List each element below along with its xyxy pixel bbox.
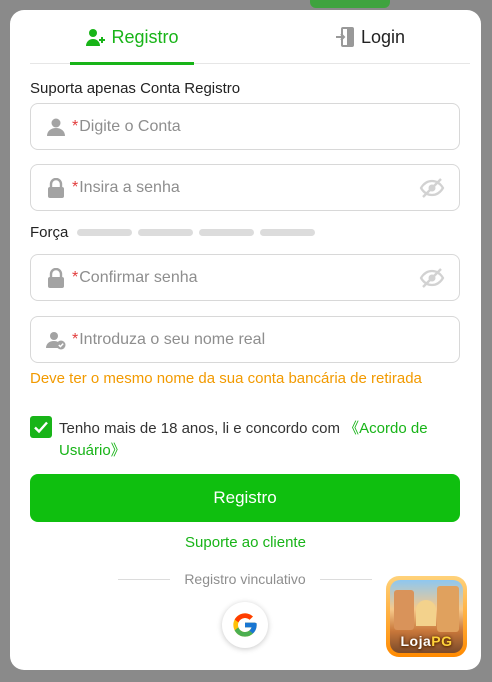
strength-bar (138, 229, 194, 236)
tab-login-label: Login (360, 26, 406, 47)
strength-bar (199, 229, 255, 236)
required-mark: * (72, 178, 79, 196)
loja-pg-promo-badge[interactable]: LojaPG (386, 576, 467, 657)
tab-login[interactable]: Login (310, 10, 430, 64)
agreement-checkbox[interactable] (30, 416, 52, 438)
bind-label: Registro vinculativo (184, 571, 306, 587)
tab-register[interactable]: Registro (70, 10, 194, 65)
eye-slash-icon[interactable] (419, 177, 445, 199)
confirm-password-field[interactable]: * Confirmar senha (30, 254, 460, 301)
promo-label-accent: PG (431, 633, 453, 649)
google-icon (233, 613, 257, 637)
check-icon (34, 421, 48, 434)
user-verified-icon (46, 330, 66, 350)
promo-label: LojaPG (390, 633, 463, 649)
required-mark: * (72, 268, 79, 286)
google-login-button[interactable] (222, 602, 268, 648)
password-strength: Força (30, 224, 316, 241)
password-field[interactable]: * Insira a senha (30, 164, 460, 211)
auth-tabs: Registro Login (30, 10, 470, 65)
strength-label: Força (30, 224, 69, 241)
customer-support-link[interactable]: Suporte ao cliente (10, 534, 481, 551)
user-icon (46, 117, 66, 137)
realname-warning: Deve ter o mesmo nome da sua conta bancá… (30, 370, 422, 387)
tab-register-label: Registro (111, 26, 179, 47)
lock-icon (46, 267, 66, 288)
divider-line (319, 578, 373, 580)
account-field[interactable]: * Digite o Conta (30, 103, 460, 150)
social-register-divider: Registro vinculativo (118, 571, 373, 587)
realname-placeholder: Introduza o seu nome real (79, 330, 266, 348)
divider-line (118, 578, 171, 580)
required-mark: * (72, 117, 79, 135)
eye-slash-icon[interactable] (419, 267, 445, 289)
password-placeholder: Insira a senha (79, 178, 180, 196)
strength-bar (260, 229, 316, 236)
account-hint: Suporta apenas Conta Registro (30, 80, 241, 97)
user-plus-icon (86, 29, 106, 46)
account-placeholder: Digite o Conta (79, 117, 181, 135)
required-mark: * (72, 330, 79, 348)
agreement-statement: Tenho mais de 18 anos, li e concordo com (59, 420, 345, 437)
lock-icon (46, 177, 66, 198)
login-door-icon (335, 27, 354, 47)
real-name-field[interactable]: * Introduza o seu nome real (30, 316, 460, 363)
register-modal: Registro Login Suporta apenas Conta Regi… (10, 10, 481, 670)
agreement-text: Tenho mais de 18 anos, li e concordo com… (59, 418, 454, 462)
promo-artwork: LojaPG (390, 580, 463, 653)
strength-bar (77, 229, 133, 236)
confirm-placeholder: Confirmar senha (79, 268, 198, 286)
register-button[interactable]: Registro (30, 474, 460, 522)
promo-label-main: Loja (400, 633, 432, 649)
background-banner-edge (310, 0, 390, 8)
